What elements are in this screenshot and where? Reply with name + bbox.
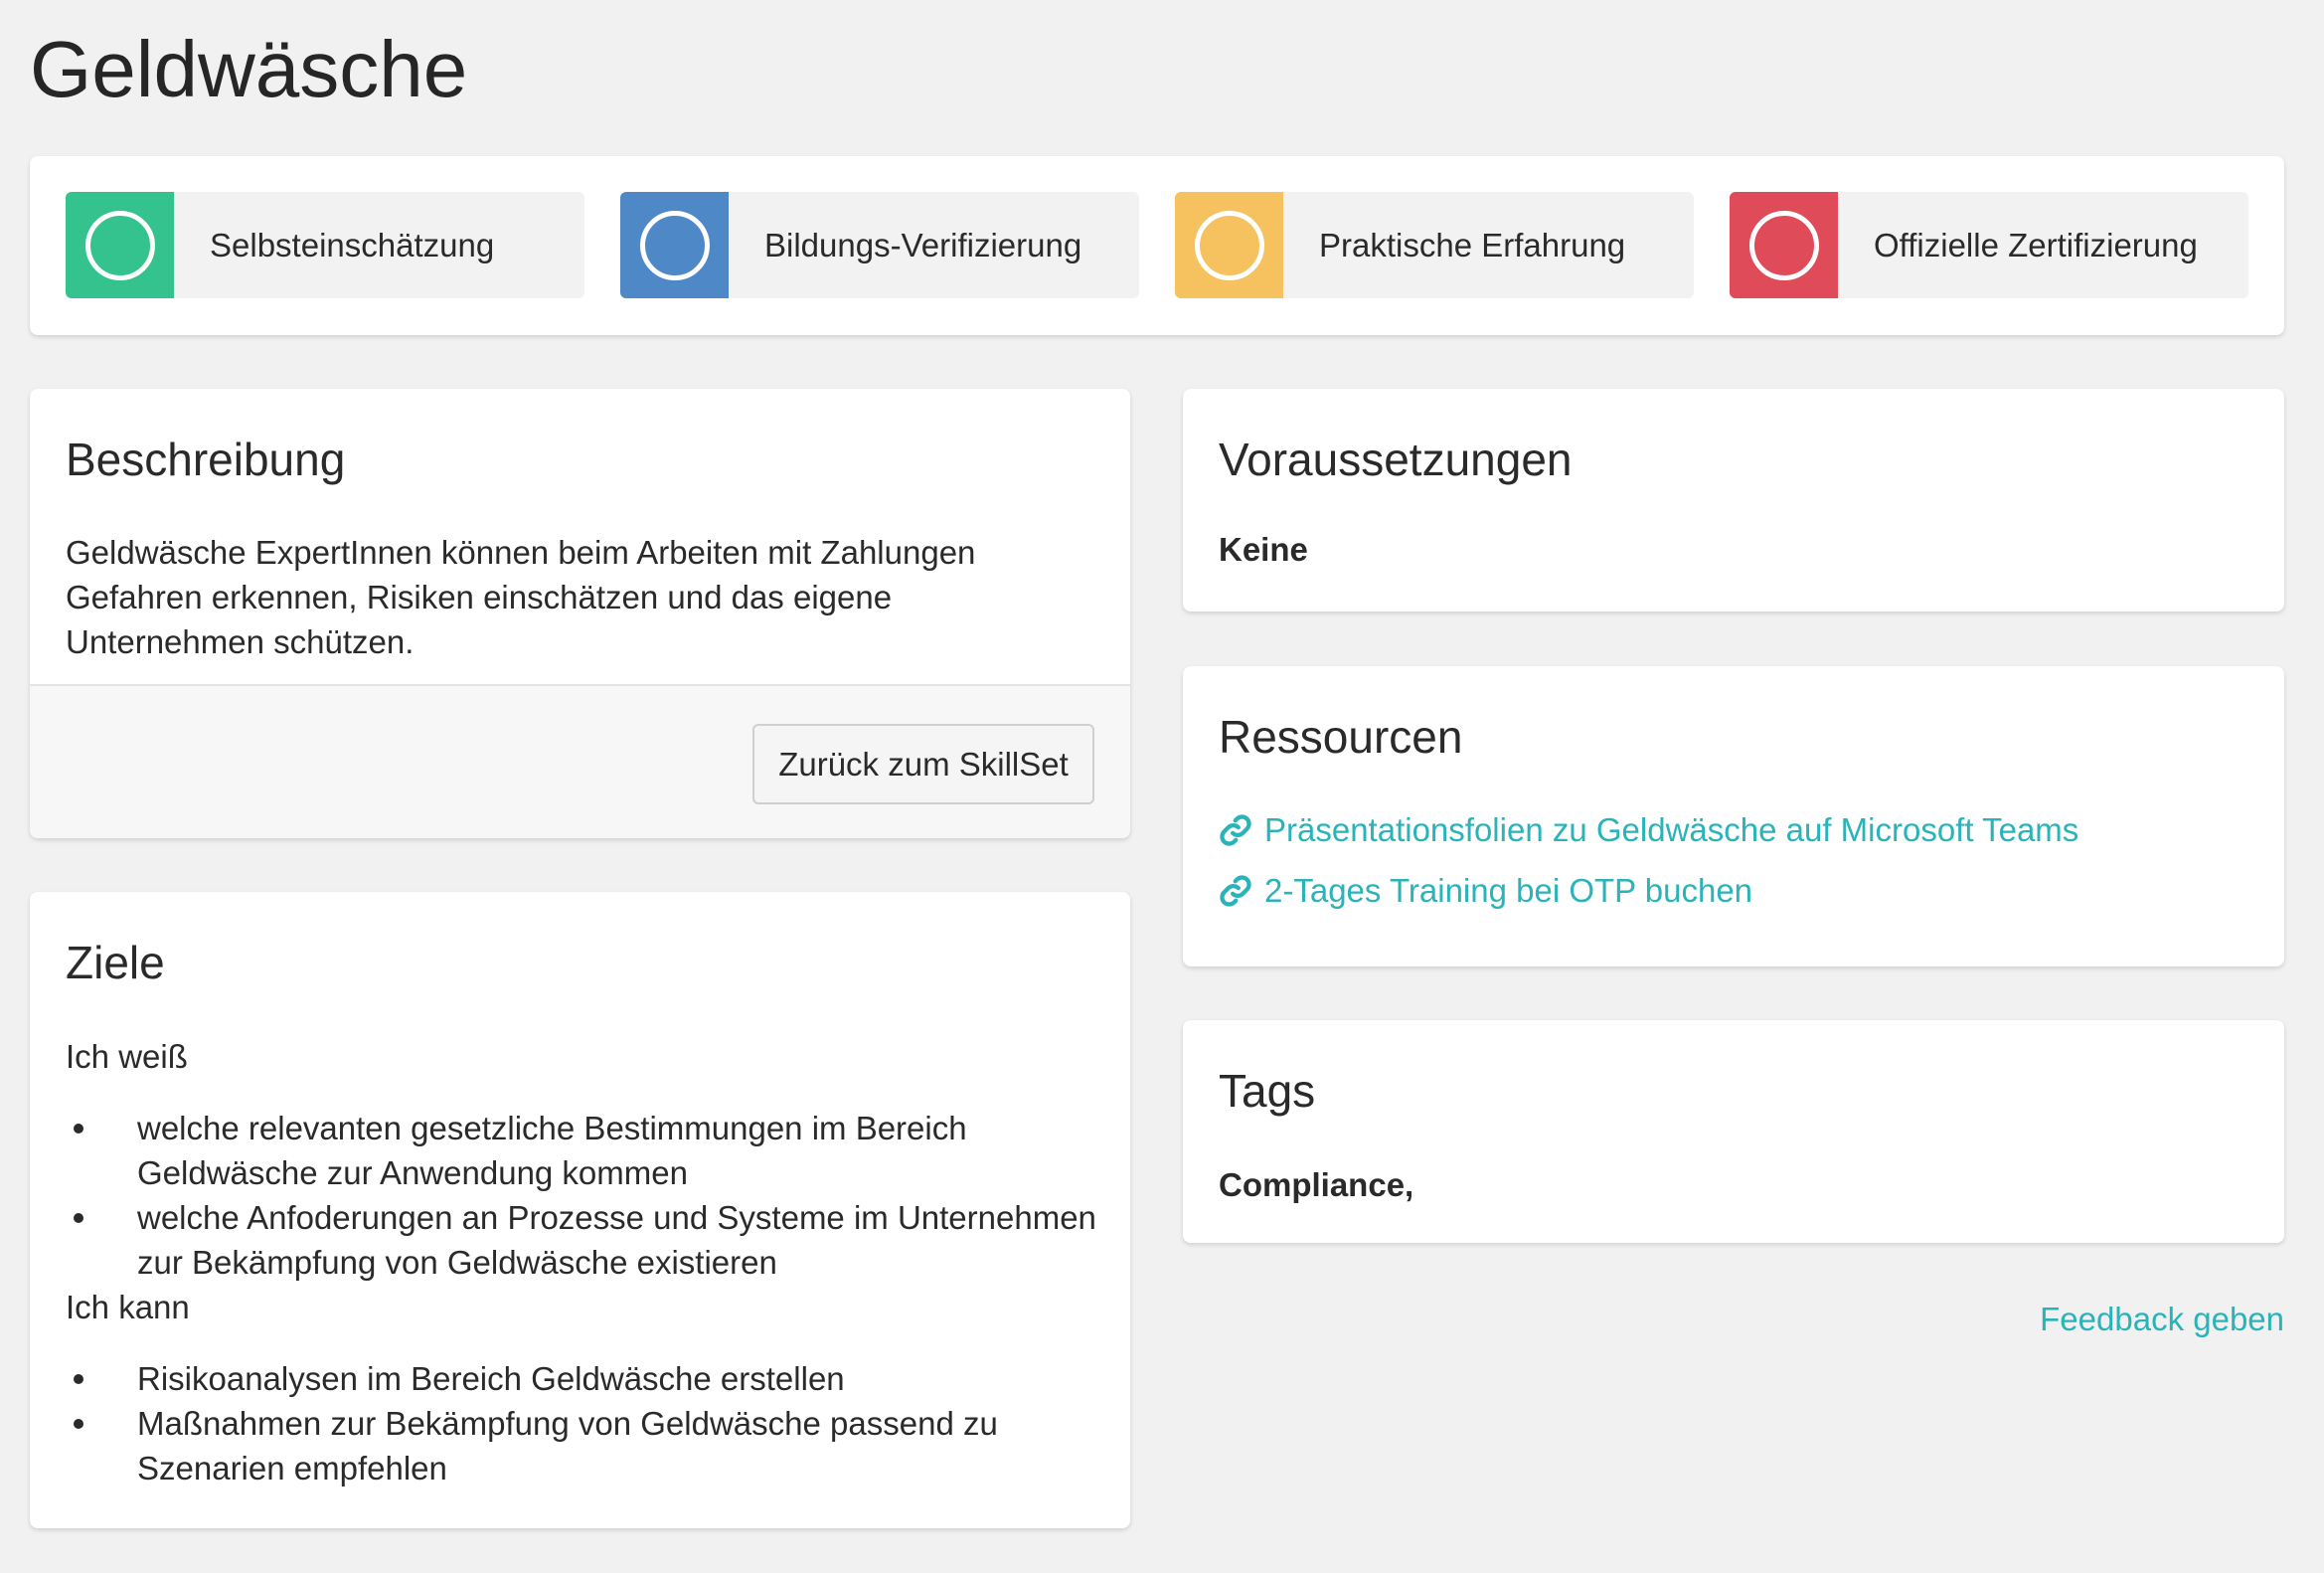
- status-practical-experience[interactable]: Praktische Erfahrung: [1175, 192, 1694, 298]
- resource-link-label: Präsentationsfolien zu Geldwäsche auf Mi…: [1264, 811, 2079, 848]
- description-text: Geldwäsche ExpertInnen können beim Arbei…: [66, 534, 976, 660]
- back-to-skillset-button[interactable]: Zurück zum SkillSet: [752, 724, 1094, 804]
- tags-heading: Tags: [1219, 1065, 1316, 1117]
- tags-card: Tags Compliance,: [1183, 1020, 2284, 1243]
- circle-icon: [639, 210, 710, 280]
- goals-list-can: Risikoanalysen im Bereich Geldwäsche ers…: [66, 1356, 1109, 1490]
- resources-card: Ressourcen Präsentationsfolien zu Geldwä…: [1183, 666, 2284, 966]
- link-icon: [1220, 814, 1251, 846]
- status-label: Praktische Erfahrung: [1319, 226, 1626, 263]
- list-item: Risikoanalysen im Bereich Geldwäsche ers…: [66, 1356, 1109, 1401]
- goals-card: Ziele Ich weiß welche relevanten gesetzl…: [30, 892, 1130, 1528]
- resources-heading: Ressourcen: [1219, 711, 1463, 763]
- list-item: welche Anfoderungen an Prozesse und Syst…: [66, 1195, 1109, 1285]
- resource-link-label: 2-Tages Training bei OTP buchen: [1264, 872, 1753, 909]
- circle-icon: [1748, 210, 1819, 280]
- resource-link-presentation[interactable]: Präsentationsfolien zu Geldwäsche auf Mi…: [1219, 811, 2078, 849]
- description-heading: Beschreibung: [66, 434, 346, 485]
- goals-body: Ich weiß welche relevanten gesetzliche B…: [66, 1034, 1109, 1490]
- description-card: Beschreibung Geldwäsche ExpertInnen könn…: [30, 389, 1130, 838]
- link-icon: [1220, 875, 1251, 907]
- requirements-heading: Voraussetzungen: [1219, 434, 1573, 485]
- resource-link-training[interactable]: 2-Tages Training bei OTP buchen: [1219, 872, 1752, 910]
- goals-list-know: welche relevanten gesetzliche Bestimmung…: [66, 1106, 1109, 1285]
- feedback-link[interactable]: Feedback geben: [2040, 1301, 2284, 1338]
- circle-icon: [84, 210, 155, 280]
- requirements-value: Keine: [1219, 531, 1308, 568]
- status-self-assessment[interactable]: Selbsteinschätzung: [66, 192, 584, 298]
- goals-intro-can: Ich kann: [66, 1289, 190, 1325]
- status-label: Selbsteinschätzung: [210, 226, 495, 263]
- goals-heading: Ziele: [66, 937, 165, 988]
- goals-intro-know: Ich weiß: [66, 1038, 188, 1075]
- status-swatch: [66, 192, 174, 298]
- status-swatch: [1730, 192, 1838, 298]
- status-label: Offizielle Zertifizierung: [1874, 226, 2198, 263]
- page-title: Geldwäsche: [30, 25, 468, 113]
- status-swatch: [620, 192, 729, 298]
- status-official-certification[interactable]: Offizielle Zertifizierung: [1730, 192, 2248, 298]
- status-swatch: [1175, 192, 1283, 298]
- requirements-card: Voraussetzungen Keine: [1183, 389, 2284, 612]
- status-label: Bildungs-Verifizierung: [764, 226, 1082, 263]
- circle-icon: [1194, 210, 1264, 280]
- list-item: welche relevanten gesetzliche Bestimmung…: [66, 1106, 1109, 1195]
- description-footer: Zurück zum SkillSet: [30, 684, 1130, 838]
- tags-value: Compliance,: [1219, 1166, 1414, 1203]
- verification-status-bar: Selbsteinschätzung Bildungs-Verifizierun…: [30, 156, 2284, 335]
- list-item: Maßnahmen zur Bekämpfung von Geldwäsche …: [66, 1401, 1109, 1490]
- page: Geldwäsche Selbsteinschätzung Bildungs-V…: [0, 0, 2324, 1573]
- status-education-verification[interactable]: Bildungs-Verifizierung: [620, 192, 1139, 298]
